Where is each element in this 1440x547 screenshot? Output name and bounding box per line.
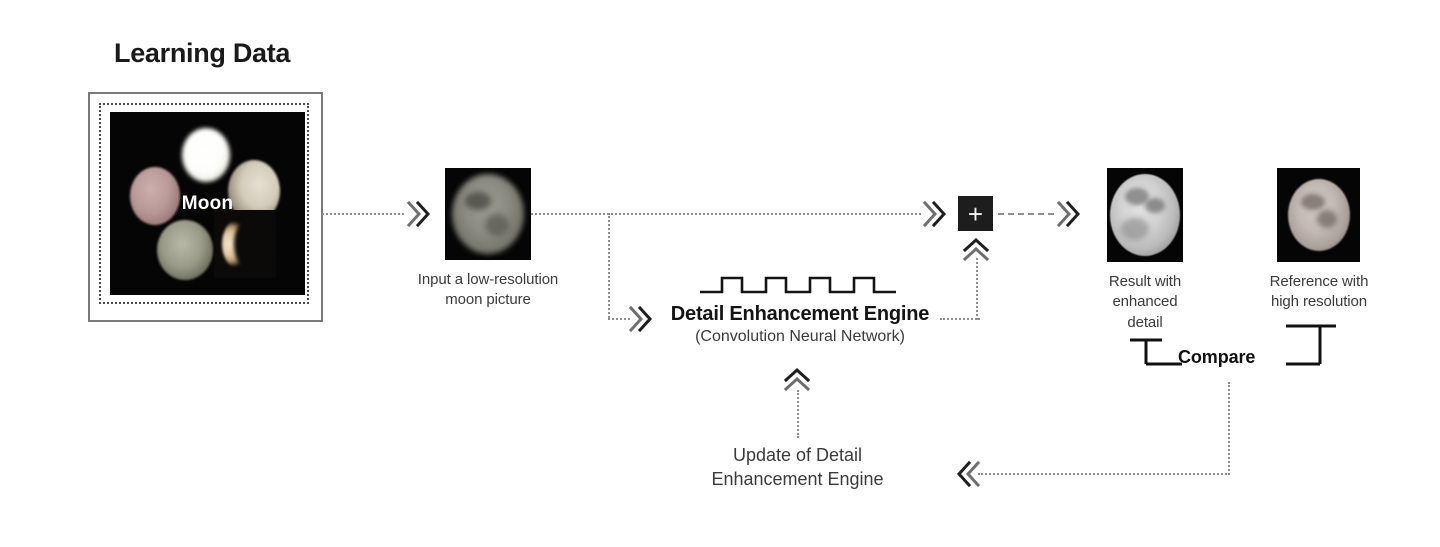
engine-title: Detail Enhancement Engine bbox=[670, 303, 930, 325]
input-caption-line-2: moon picture bbox=[445, 291, 531, 309]
update-text-line-2: Enhancement Engine bbox=[711, 469, 884, 490]
input-caption: Input a low-resolution moon picture bbox=[368, 270, 608, 311]
engine-subtitle: (Convolution Neural Network) bbox=[695, 328, 905, 345]
learning-data-image bbox=[110, 112, 305, 295]
result-moon-image bbox=[1107, 168, 1183, 262]
connector-update-riser bbox=[797, 390, 799, 438]
moon-phase-gray-icon bbox=[157, 220, 213, 280]
chevron-right-input-icon bbox=[406, 200, 431, 228]
result-moon-crater-3 bbox=[1121, 218, 1149, 240]
moon-phase-full-icon bbox=[182, 128, 230, 182]
connector-learningdata-to-input bbox=[322, 213, 404, 215]
page-title: Learning Data bbox=[114, 38, 291, 68]
waveform-icon bbox=[700, 276, 896, 294]
compare-label: Compare bbox=[1178, 347, 1256, 367]
result-caption: Result with enhanced detail bbox=[1085, 272, 1205, 333]
compare-bracket-right bbox=[1286, 324, 1336, 366]
update-text: Update of Detail Enhancement Engine bbox=[650, 443, 945, 492]
reference-moon-crater-1 bbox=[1301, 194, 1325, 210]
diagram-canvas: Learning Data Moon Input a low-resolutio… bbox=[0, 0, 1440, 547]
input-caption-line-1: Input a low-resolution bbox=[417, 271, 559, 288]
combine-plus-box: + bbox=[958, 196, 993, 231]
input-moon-crater-1 bbox=[465, 192, 491, 210]
chevron-right-plus-icon bbox=[922, 200, 947, 228]
moon-phase-reddish-icon bbox=[130, 167, 180, 225]
compare-bracket-left bbox=[1130, 338, 1182, 366]
connector-engine-to-riser bbox=[940, 318, 980, 320]
result-moon-crater-2 bbox=[1145, 198, 1165, 213]
reference-caption: Reference with high resolution bbox=[1240, 272, 1398, 313]
connector-feedback-left bbox=[978, 473, 1230, 475]
update-text-line-1: Update of Detail bbox=[732, 445, 863, 465]
result-caption-line-1: Result with bbox=[1108, 273, 1182, 290]
moon-phase-crescent-icon bbox=[222, 216, 266, 272]
connector-plus-to-result bbox=[998, 213, 1054, 215]
chevron-right-result-icon bbox=[1056, 200, 1081, 228]
connector-input-to-plus-top bbox=[531, 213, 921, 215]
input-moon-image bbox=[445, 168, 531, 260]
moon-phase-crescent-tile bbox=[214, 210, 276, 278]
chevron-up-engine-icon bbox=[783, 367, 811, 392]
chevron-left-feedback-icon bbox=[956, 460, 981, 488]
connector-compare-down bbox=[1228, 382, 1230, 475]
result-caption-line-3: detail bbox=[1127, 313, 1163, 331]
input-moon-disc-icon bbox=[452, 174, 524, 254]
reference-caption-line-2: high resolution bbox=[1270, 293, 1368, 311]
reference-moon-image bbox=[1277, 168, 1360, 262]
chevron-up-plus-icon bbox=[962, 237, 990, 262]
result-caption-line-2: enhanced bbox=[1112, 293, 1178, 311]
reference-caption-line-1: Reference with bbox=[1269, 273, 1369, 290]
reference-moon-crater-2 bbox=[1317, 210, 1337, 228]
result-moon-disc-icon bbox=[1110, 174, 1180, 256]
connector-engine-riser bbox=[976, 258, 978, 320]
input-moon-crater-2 bbox=[485, 214, 509, 236]
